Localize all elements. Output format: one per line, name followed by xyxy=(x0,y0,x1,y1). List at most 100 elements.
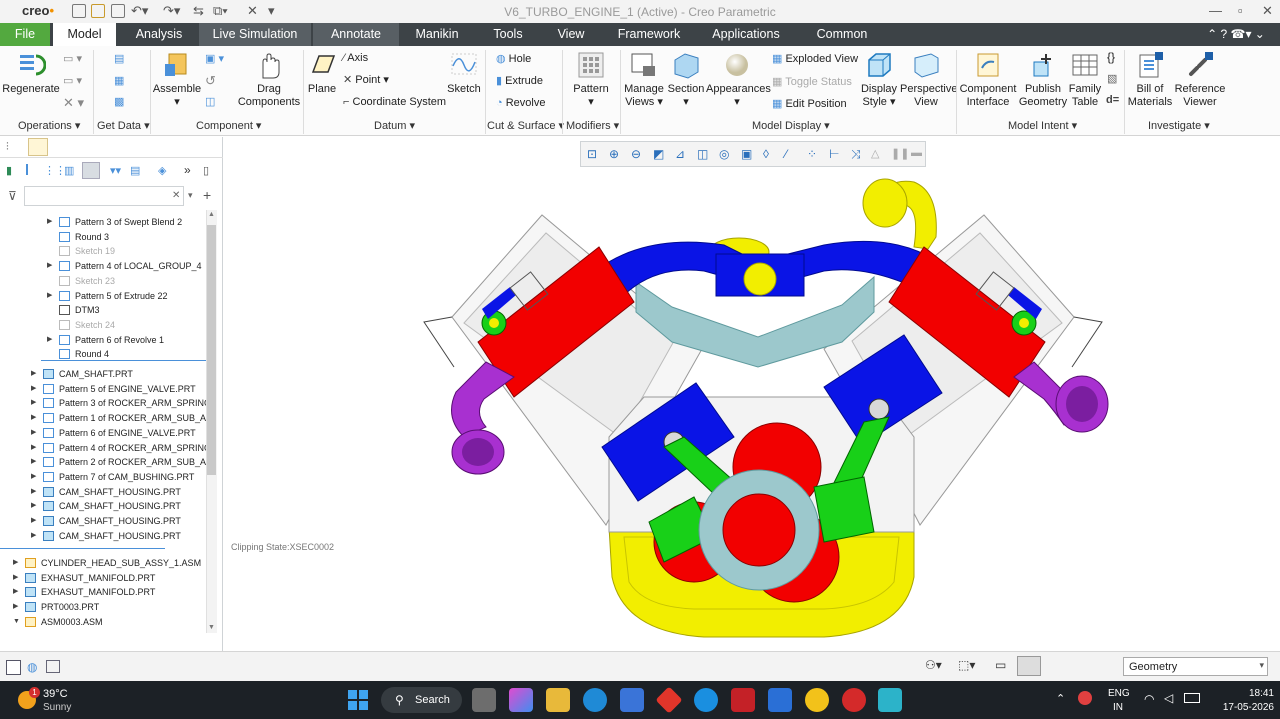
expand-icon[interactable]: ▶ xyxy=(31,485,36,499)
exploded-view-button[interactable]: ▦ Exploded View xyxy=(772,52,858,65)
tab-view[interactable]: View xyxy=(543,23,599,46)
show-navigator-icon[interactable] xyxy=(6,660,21,675)
shrinkwrap-icon[interactable]: ▩ xyxy=(114,95,124,108)
tab-common[interactable]: Common xyxy=(801,23,883,46)
bill-of-materials-button[interactable]: Bill of Materials xyxy=(1126,50,1174,109)
fullscreen-icon[interactable] xyxy=(46,660,60,673)
copy-icon[interactable]: ▭ ▾ xyxy=(63,52,82,65)
model-intent-group-label[interactable]: Model Intent ▾ xyxy=(1008,119,1077,132)
regenerate-button[interactable]: Regenerate xyxy=(2,50,60,96)
reference-viewer-button[interactable]: Reference Viewer xyxy=(1174,50,1226,109)
repeat-icon[interactable]: ↺ xyxy=(205,73,216,89)
task-view-icon[interactable] xyxy=(472,688,496,712)
folder-browser-tab-icon[interactable] xyxy=(28,138,48,156)
toggle-status-button[interactable]: ▦ Toggle Status xyxy=(772,75,852,88)
find-in-graphics-icon[interactable]: ⚇▾ xyxy=(925,658,942,672)
outlook-icon[interactable] xyxy=(768,688,792,712)
tree-scrollbar-thumb[interactable] xyxy=(207,225,216,475)
expand-icon[interactable]: ▶ xyxy=(13,600,18,614)
expand-icon[interactable]: ▶ xyxy=(47,259,52,273)
pattern-button[interactable]: Pattern ▾ xyxy=(566,50,616,109)
extrude-button[interactable]: ▮ Extrude xyxy=(496,74,543,87)
drag-components-button[interactable]: Drag Components xyxy=(236,50,302,109)
edge-icon[interactable] xyxy=(583,688,607,712)
coordinate-system-button[interactable]: ⌐ Coordinate System xyxy=(343,96,446,108)
parameters-icon[interactable]: ▧ xyxy=(1107,72,1117,85)
temperature-label[interactable]: 39°C xyxy=(43,688,68,700)
start-icon[interactable] xyxy=(346,688,370,712)
select-box-icon[interactable]: ⬚▾ xyxy=(958,658,975,672)
store-icon[interactable] xyxy=(620,688,644,712)
datum-group-label[interactable]: Datum ▾ xyxy=(374,119,415,132)
collapse-icon[interactable]: ▼ xyxy=(13,615,20,629)
tab-model[interactable]: Model xyxy=(53,23,116,46)
tree-display-icon[interactable] xyxy=(26,164,34,175)
expand-icon[interactable]: ▶ xyxy=(31,470,36,484)
tab-framework[interactable]: Framework xyxy=(607,23,691,46)
weather-label[interactable]: Sunny xyxy=(43,702,71,713)
tree-columns-icon[interactable]: ▥ xyxy=(64,164,74,177)
search-options-icon[interactable]: ▾ xyxy=(188,190,193,201)
select-mode-icon[interactable]: ▭ xyxy=(995,658,1006,672)
modifiers-group-label[interactable]: Modifiers ▾ xyxy=(566,119,619,132)
tab-applications[interactable]: Applications xyxy=(699,23,793,46)
tab-analysis[interactable]: Analysis xyxy=(121,23,197,46)
help-controls-icon[interactable]: ⌃ ? ☎▾ ⌄ xyxy=(1196,23,1276,46)
find-icon[interactable]: ◈ xyxy=(158,164,166,177)
expand-icon[interactable]: ▶ xyxy=(31,411,36,425)
wifi-icon[interactable]: ◠ xyxy=(1144,692,1154,706)
delete-icon[interactable]: ✕ ▾ xyxy=(63,95,84,111)
solidworks-icon[interactable] xyxy=(842,688,866,712)
operations-group-label[interactable]: Operations ▾ xyxy=(18,119,80,132)
model-tree-tab-icon[interactable]: ⫶ xyxy=(6,141,9,154)
revolve-button[interactable]: ◔ Revolve xyxy=(496,97,545,109)
user-defined-feature-icon[interactable]: ▤ xyxy=(114,52,124,65)
axis-button[interactable]: ⁄ Axis xyxy=(343,52,368,64)
expand-icon[interactable]: ▶ xyxy=(31,499,36,513)
expand-icon[interactable]: ▶ xyxy=(47,333,52,347)
expand-icon[interactable]: ▶ xyxy=(31,382,36,396)
get-data-group-label[interactable]: Get Data ▾ xyxy=(97,119,150,132)
file-explorer-icon[interactable] xyxy=(546,688,570,712)
filter-icon[interactable]: ⊽ xyxy=(8,189,17,203)
mirror-component-icon[interactable]: ◫ xyxy=(205,95,215,108)
search-box[interactable]: ⚲ Search xyxy=(381,687,462,713)
clear-search-icon[interactable]: ✕ xyxy=(172,190,180,201)
expand-icon[interactable]: ▶ xyxy=(13,585,18,599)
plane-button[interactable]: Plane xyxy=(304,50,340,96)
expand-icon[interactable]: ▶ xyxy=(31,426,36,440)
security-tray-icon[interactable] xyxy=(1078,691,1092,705)
component-interface-button[interactable]: Component Interface xyxy=(958,50,1018,109)
show-icon[interactable]: ▮ xyxy=(6,164,12,177)
graphics-window[interactable]: ⊡ ⊕ ⊖ ◩ ⊿ ◫ ◎ ▣ ◊ ⁄ ⁘ ⊢ ⤨ △ ❚❚ ▬ Clippin… xyxy=(224,137,1280,651)
engine-model[interactable] xyxy=(224,137,1280,651)
expand-icon[interactable]: ▶ xyxy=(13,571,18,585)
expand-icon[interactable]: ▶ xyxy=(13,556,18,570)
clock-time[interactable]: 18:41 xyxy=(1234,688,1274,699)
chrome-icon[interactable] xyxy=(805,688,829,712)
expand-icon[interactable]: ▶ xyxy=(31,514,36,528)
switch-dimensions-icon[interactable]: d= xyxy=(1106,94,1119,106)
expand-icon[interactable]: ▶ xyxy=(47,215,52,229)
mcafee-icon[interactable] xyxy=(731,688,755,712)
assemble-button[interactable]: Assemble ▾ xyxy=(152,50,202,109)
paste-icon[interactable]: ▭ ▾ xyxy=(63,74,82,87)
scroll-down-icon[interactable]: ▼ xyxy=(208,624,215,631)
hole-button[interactable]: ◍ Hole xyxy=(496,52,531,65)
show-hidden-icons[interactable]: ⌃ xyxy=(1056,692,1065,705)
cut-surface-group-label[interactable]: Cut & Surface ▾ xyxy=(487,119,564,132)
expand-icon[interactable]: ▶ xyxy=(31,367,36,381)
copy-geometry-icon[interactable]: ▦ xyxy=(114,74,124,87)
minimize-icon[interactable]: — xyxy=(1209,3,1222,18)
publish-geometry-button[interactable]: Publish Geometry xyxy=(1018,50,1068,109)
tree-settings-icon[interactable]: ▾▾ xyxy=(110,164,121,177)
perspective-view-button[interactable]: Perspective View xyxy=(900,50,957,109)
maximize-icon[interactable]: ▫ xyxy=(1238,3,1243,18)
tree-expand-icon[interactable]: ⋮⋮ xyxy=(44,164,66,177)
selection-filter-dropdown[interactable]: Geometry ▾ xyxy=(1123,657,1268,676)
tab-annotate[interactable]: Annotate xyxy=(313,23,399,46)
point-button[interactable]: ✕ Point ▾ xyxy=(343,73,389,86)
family-table-button[interactable]: Family Table xyxy=(1066,50,1104,109)
expand-icon[interactable]: ▶ xyxy=(31,396,36,410)
relations-icon[interactable]: {} xyxy=(1107,50,1115,64)
